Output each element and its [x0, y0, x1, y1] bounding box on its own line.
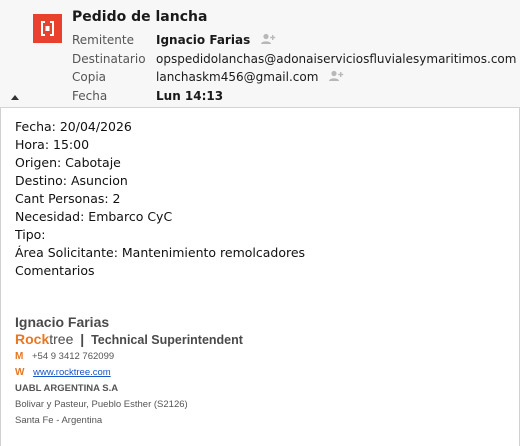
date-value: Lun 14:13: [156, 89, 224, 103]
signature-role: Technical Superintendent: [91, 333, 243, 347]
signature-org: UABL ARGENTINA S.A: [15, 383, 119, 394]
cc-address[interactable]: lanchaskm456@gmail.com: [156, 70, 318, 84]
signature-separator: |: [80, 331, 85, 347]
body-line-time: Hora: 15:00: [15, 137, 90, 152]
brand-name-part2: tree: [49, 331, 74, 347]
signature-mobile: +54 9 3412 762099: [31, 351, 115, 362]
message-header: Pedido de lancha Remitente Ignacio Faria…: [0, 0, 520, 108]
sender-name[interactable]: Ignacio Farias: [156, 33, 250, 47]
body-line-date: Fecha: 20/04/2026: [15, 119, 132, 134]
recipient-label: Destinatario: [72, 52, 146, 66]
cc-value[interactable]: lanchaskm456@gmail.com: [156, 70, 344, 85]
recipient-address[interactable]: opspedidolanchas@adonaiserviciosfluviale…: [156, 52, 516, 66]
signature-org-line: UABL ARGENTINA S.A: [15, 383, 118, 394]
add-person-icon[interactable]: [328, 70, 344, 85]
message-body: Fecha: 20/04/2026 Hora: 15:00 Origen: Ca…: [15, 118, 305, 280]
add-person-icon[interactable]: [260, 33, 276, 48]
body-line-origin: Origen: Cabotaje: [15, 155, 121, 170]
sender-value[interactable]: Ignacio Farias: [156, 33, 276, 48]
date-label: Fecha: [72, 89, 108, 103]
signature-web-line: W www.rocktree.com: [15, 367, 111, 378]
message-app-icon: [33, 14, 62, 43]
body-line-comments: Comentarios: [15, 263, 95, 278]
sender-label: Remitente: [72, 33, 134, 47]
body-line-type: Tipo:: [15, 227, 46, 242]
signature-name: Ignacio Farias: [15, 314, 110, 330]
message-subject: Pedido de lancha: [72, 9, 208, 25]
body-line-destination: Destino: Asuncion: [15, 173, 128, 188]
signature-mobile-line: M +54 9 3412 762099: [15, 351, 114, 362]
recipient-value[interactable]: opspedidolanchas@adonaiserviciosfluviale…: [156, 52, 520, 67]
body-line-need: Necesidad: Embarco CyC: [15, 209, 173, 224]
body-line-area: Área Solicitante: Mantenimiento remolcad…: [15, 245, 306, 260]
mobile-letter: M: [15, 351, 24, 362]
collapse-header-icon[interactable]: [11, 95, 19, 100]
web-letter: W: [15, 367, 25, 378]
signature-web-link[interactable]: www.rocktree.com: [33, 367, 111, 378]
signature-address-2: Santa Fe - Argentina: [15, 415, 103, 426]
body-line-people: Cant Personas: 2: [15, 191, 121, 206]
cc-label: Copia: [72, 70, 107, 84]
signature-address-1: Bolivar y Pasteur, Pueblo Esther (S2126): [15, 399, 188, 410]
signature-company-line: Rocktree | Technical Superintendent: [15, 331, 243, 347]
brand-name-part1: Rock: [15, 331, 50, 347]
